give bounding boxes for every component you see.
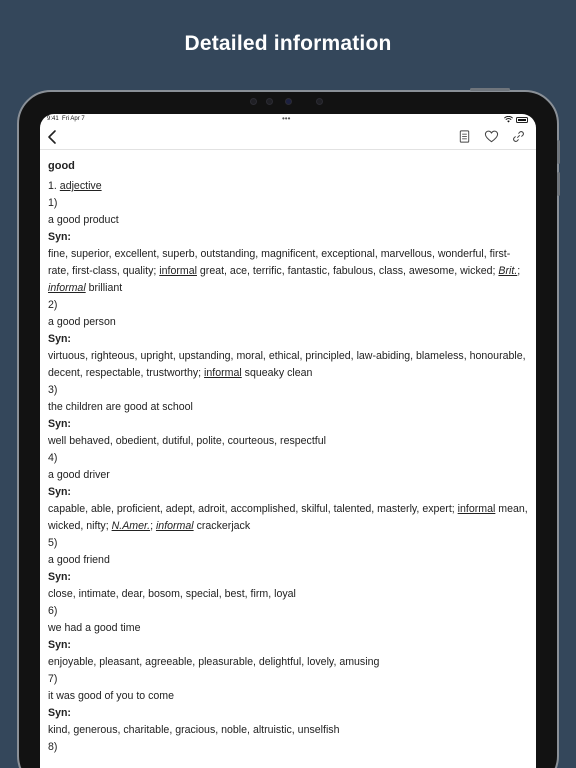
syn-label: Syn: — [48, 707, 71, 719]
example-text: a good friend — [48, 554, 110, 566]
sensor-icon — [266, 98, 273, 105]
syn-label: Syn: — [48, 333, 71, 345]
sense-number: 1) — [48, 197, 58, 209]
example-text: a good product — [48, 214, 119, 226]
app-store-screenshot: Detailed information 9:41 Fri Apr 7 ••• — [0, 0, 576, 768]
syn-label: Syn: — [48, 486, 71, 498]
sense-number: 7) — [48, 673, 58, 685]
synonyms: enjoyable, pleasant, agreeable, pleasura… — [48, 656, 380, 668]
status-time: 9:41 Fri Apr 7 — [47, 116, 85, 122]
camera-icon — [285, 98, 292, 105]
register-tag-link[interactable]: informal — [204, 367, 242, 379]
synonyms: capable, able, proficient, adept, adroit… — [48, 501, 528, 535]
example-text: we had a good time — [48, 622, 141, 634]
time-text: 9:41 — [47, 116, 59, 122]
camera-bar — [246, 96, 330, 106]
region-tag-link[interactable]: N.Amer. — [112, 520, 150, 532]
wifi-icon — [504, 116, 513, 123]
synonym-text: great, ace, terrific, fantastic, fabulou… — [196, 265, 499, 277]
sensor-icon — [316, 98, 323, 105]
synonyms: well behaved, obedient, dutiful, polite,… — [48, 435, 326, 447]
sense-number: 3) — [48, 384, 58, 396]
synonyms: virtuous, righteous, upright, upstanding… — [48, 348, 528, 382]
sense-number: 8) — [48, 741, 58, 753]
document-icon[interactable] — [457, 129, 472, 144]
example-text: the children are good at school — [48, 401, 193, 413]
pos-number: 1. — [48, 180, 57, 192]
syn-label: Syn: — [48, 571, 71, 583]
date-text: Fri Apr 7 — [62, 116, 85, 122]
link-icon[interactable] — [511, 129, 526, 144]
synonym-text: crackerjack — [193, 520, 251, 532]
sense-number: 5) — [48, 537, 58, 549]
volume-up-button — [557, 140, 560, 164]
sense-number: 2) — [48, 299, 58, 311]
status-bar: 9:41 Fri Apr 7 ••• — [40, 114, 536, 126]
nav-actions — [457, 129, 526, 144]
headline: Detailed information — [184, 32, 392, 55]
example-text: a good person — [48, 316, 116, 328]
synonyms: kind, generous, charitable, gracious, no… — [48, 724, 340, 736]
synonym-text: brilliant — [85, 282, 123, 294]
pos-link[interactable]: adjective — [60, 180, 102, 192]
battery-icon — [516, 116, 528, 123]
syn-label: Syn: — [48, 418, 71, 430]
sense-number: 6) — [48, 605, 58, 617]
screen: 9:41 Fri Apr 7 ••• good 1. adjective 1) … — [40, 114, 536, 768]
volume-down-button — [557, 172, 560, 196]
separator: ; — [517, 265, 521, 277]
synonym-text: capable, able, proficient, adept, adroit… — [48, 503, 458, 515]
part-of-speech: 1. adjective — [48, 178, 528, 195]
register-tag-link[interactable]: informal — [156, 520, 194, 532]
synonyms: close, intimate, dear, bosom, special, b… — [48, 588, 296, 600]
synonyms: fine, superior, excellent, superb, outst… — [48, 246, 528, 297]
back-chevron-icon[interactable] — [44, 128, 62, 146]
register-tag-link[interactable]: informal — [48, 282, 86, 294]
power-button — [470, 88, 510, 91]
region-tag-link[interactable]: Brit. — [498, 265, 517, 277]
headword: good — [48, 160, 75, 172]
syn-label: Syn: — [48, 231, 71, 243]
navigation-bar — [40, 126, 536, 150]
multitasking-dots[interactable]: ••• — [282, 114, 290, 123]
syn-label: Syn: — [48, 639, 71, 651]
entry-content: good 1. adjective 1) a good product Syn:… — [40, 150, 536, 756]
register-tag-link[interactable]: informal — [458, 503, 496, 515]
sense-number: 4) — [48, 452, 58, 464]
example-text: a good driver — [48, 469, 110, 481]
example-text: it was good of you to come — [48, 690, 175, 702]
synonym-text: squeaky clean — [241, 367, 313, 379]
sensor-icon — [250, 98, 257, 105]
register-tag-link[interactable]: informal — [159, 265, 197, 277]
heart-icon[interactable] — [484, 129, 499, 144]
status-icons — [504, 116, 528, 123]
